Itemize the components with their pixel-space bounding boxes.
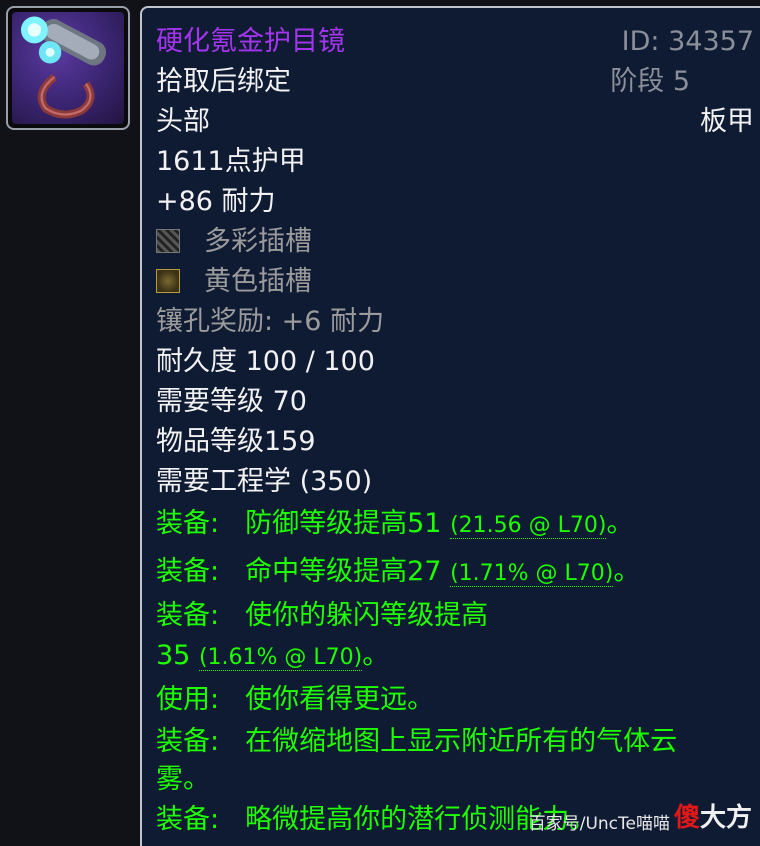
effect-text: 使你看得更远。	[245, 684, 435, 715]
effect-text: 在微缩地图上显示附近所有的气体云	[245, 726, 678, 757]
slot-text: 头部	[156, 106, 210, 137]
watermark-brand: 傻大方	[674, 797, 752, 834]
watermark-brand-rest: 大方	[699, 803, 752, 833]
yellow-socket-icon[interactable]	[156, 269, 180, 293]
effect-dodge[interactable]: 装备: 使你的躲闪等级提高	[156, 598, 488, 634]
effect-value: 35	[156, 640, 191, 671]
stamina-stat: +86 耐力	[156, 186, 276, 217]
phase-text: 阶段 5	[610, 66, 690, 97]
effect-prefix: 装备:	[156, 804, 220, 835]
item-icon-frame[interactable]	[6, 6, 130, 130]
item-level: 物品等级159	[156, 426, 316, 457]
required-level: 需要等级 70	[156, 386, 307, 417]
armor-value: 1611点护甲	[156, 146, 306, 177]
durability-text: 耐久度 100 / 100	[156, 346, 375, 377]
effect-end: 。	[613, 556, 641, 587]
effect-defense[interactable]: 装备: 防御等级提高51 (21.56 @ L70)。	[156, 506, 633, 544]
socket-bonus: 镶孔奖励: +6 耐力	[156, 306, 385, 337]
watermark: 百家号/UncTe喵喵 傻大方	[529, 797, 752, 834]
item-tooltip: 硬化氪金护目镜 ID: 34357 拾取后绑定 阶段 5 头部 板甲 1611点…	[140, 6, 760, 846]
meta-socket-label: 多彩插槽	[204, 226, 312, 257]
item-id: ID: 34357	[621, 26, 754, 57]
effect-detail: (21.56 @ L70)	[450, 513, 607, 539]
effect-detail: (1.61% @ L70)	[198, 645, 363, 671]
meta-socket-row: 多彩插槽	[156, 224, 312, 260]
item-name[interactable]: 硬化氪金护目镜	[156, 24, 345, 60]
effect-prefix: 装备:	[156, 600, 220, 631]
effect-gas-cloud-continued[interactable]: 雾。	[156, 762, 210, 798]
effect-end: 。	[606, 508, 634, 539]
yellow-socket-label: 黄色插槽	[204, 266, 312, 297]
watermark-brand-red: 傻	[673, 803, 700, 833]
goggles-item-icon	[12, 12, 124, 124]
meta-socket-icon[interactable]	[156, 229, 180, 253]
effect-detail: (1.71% @ L70)	[450, 561, 614, 587]
armor-type-text: 板甲	[700, 106, 754, 137]
yellow-socket-row: 黄色插槽	[156, 264, 312, 300]
effect-gas-cloud[interactable]: 装备: 在微缩地图上显示附近所有的气体云	[156, 724, 677, 760]
binding-text: 拾取后绑定	[156, 66, 291, 97]
effect-prefix: 使用:	[156, 684, 220, 715]
effect-prefix: 装备:	[156, 726, 220, 757]
effect-dodge-continued[interactable]: 35 (1.61% @ L70)。	[156, 638, 389, 676]
effect-prefix: 装备:	[156, 508, 220, 539]
effect-end: 。	[362, 640, 390, 671]
effect-use-vision[interactable]: 使用: 使你看得更远。	[156, 682, 434, 718]
effect-hit[interactable]: 装备: 命中等级提高27 (1.71% @ L70)。	[156, 554, 640, 592]
effect-text: 使你的躲闪等级提高	[245, 600, 489, 631]
effect-text: 命中等级提高27	[245, 556, 442, 587]
effect-prefix: 装备:	[156, 556, 220, 587]
watermark-text: 百家号/UncTe喵喵	[528, 814, 670, 834]
effect-text: 防御等级提高51	[245, 508, 442, 539]
required-skill: 需要工程学 (350)	[156, 466, 373, 497]
